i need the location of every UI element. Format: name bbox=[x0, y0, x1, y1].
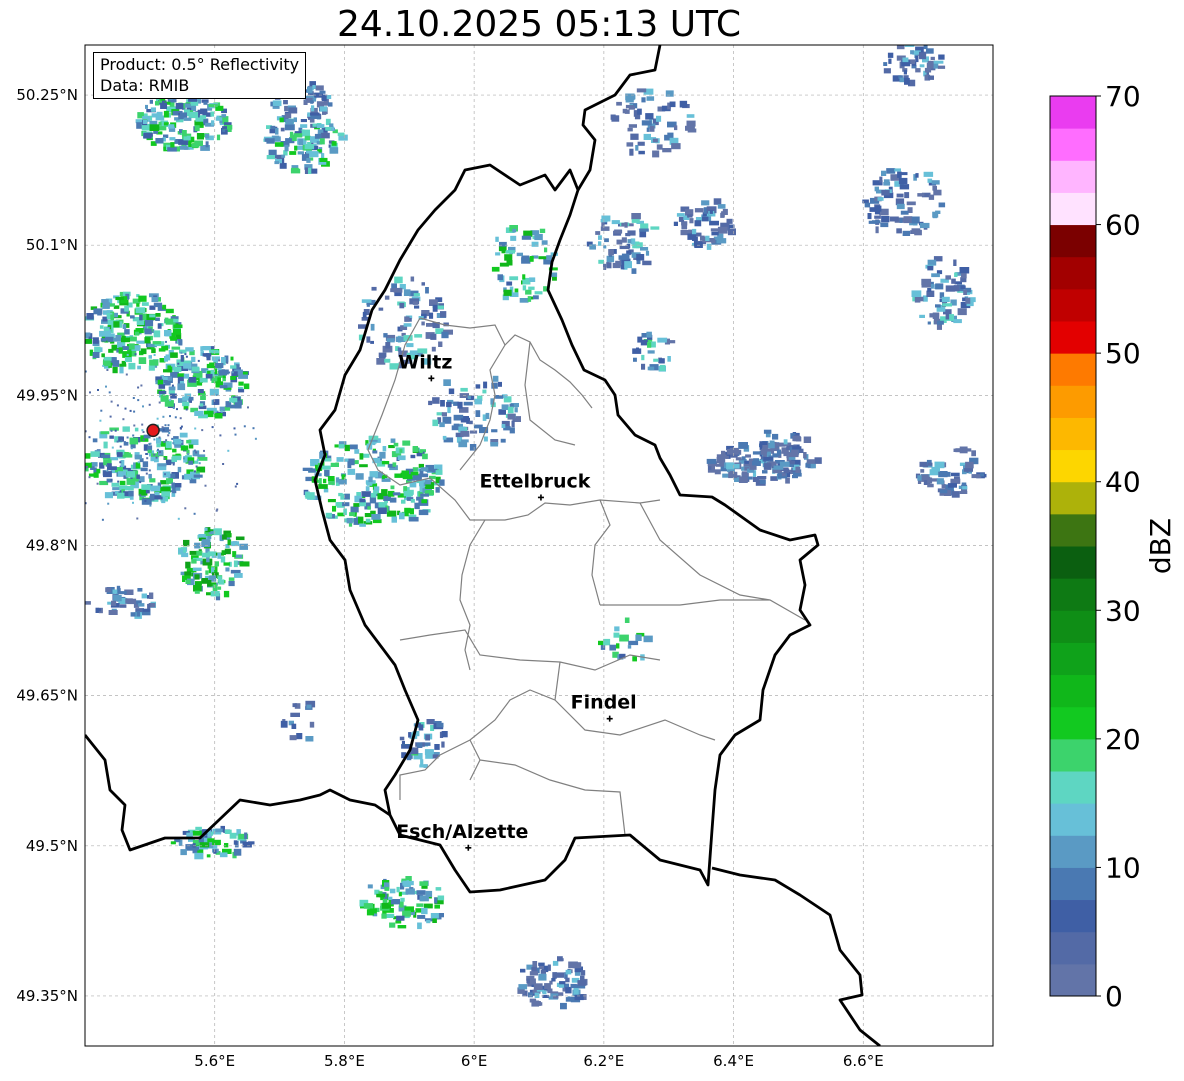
city-label: Wiltz bbox=[398, 351, 452, 373]
colorbar: 0 10 20 30 40 50 60 70 dBZ bbox=[1049, 80, 1177, 1013]
colorbar-segment bbox=[1050, 192, 1096, 226]
radar-site-marker bbox=[146, 423, 160, 438]
colorbar-segment bbox=[1050, 642, 1096, 676]
product-label: Product: 0.5° Reflectivity bbox=[100, 55, 300, 74]
city-label: Ettelbruck bbox=[479, 470, 590, 492]
city-marker bbox=[606, 715, 613, 722]
lat-tick-label: 50.25°N bbox=[16, 86, 78, 104]
colorbar-segment bbox=[1050, 256, 1096, 290]
colorbar-segment bbox=[1050, 513, 1096, 547]
colorbar-segment bbox=[1050, 803, 1096, 836]
lon-tick-label: 5.6°E bbox=[194, 1052, 235, 1070]
colorbar-segment bbox=[1050, 674, 1096, 708]
colorbar-tick-label: 20 bbox=[1105, 723, 1141, 756]
colorbar-label: dBZ bbox=[1144, 518, 1177, 574]
colorbar-segment bbox=[1050, 899, 1096, 933]
lon-tick-label: 6.4°E bbox=[713, 1052, 754, 1070]
colorbar-segment bbox=[1050, 96, 1096, 129]
colorbar-segment bbox=[1050, 771, 1096, 804]
colorbar-tick-label: 70 bbox=[1105, 80, 1141, 113]
lon-tick-label: 6.2°E bbox=[583, 1052, 624, 1070]
colorbar-segment bbox=[1050, 610, 1096, 643]
city-marker bbox=[537, 494, 544, 501]
radar-map-canvas: WiltzEttelbruckFindelEsch/Alzette 5.6°E 5… bbox=[16, 44, 1177, 1070]
graticule bbox=[85, 45, 993, 1046]
colorbar-segment bbox=[1050, 578, 1096, 611]
colorbar-segment bbox=[1050, 835, 1096, 868]
lat-tick-label: 49.35°N bbox=[16, 987, 78, 1005]
lat-tick-label: 49.95°N bbox=[16, 386, 78, 404]
colorbar-segment bbox=[1050, 546, 1096, 579]
colorbar-segment bbox=[1050, 931, 1096, 965]
colorbar-segment bbox=[1050, 738, 1096, 772]
colorbar-segment bbox=[1050, 224, 1096, 258]
colorbar-segment bbox=[1050, 160, 1096, 193]
lat-tick-label: 49.8°N bbox=[26, 537, 78, 555]
colorbar-segment bbox=[1050, 128, 1096, 161]
lon-tick-label: 6.6°E bbox=[843, 1052, 884, 1070]
colorbar-segment bbox=[1050, 481, 1096, 515]
colorbar-tick-label: 50 bbox=[1105, 337, 1141, 370]
axes: 5.6°E 5.8°E 6°E 6.2°E 6.4°E 6.6°E 49.35°N 49.5°… bbox=[16, 86, 883, 1070]
colorbar-segment bbox=[1050, 353, 1096, 386]
data-source-label: Data: RMIB bbox=[100, 76, 190, 95]
colorbar-segment bbox=[1050, 288, 1096, 322]
colorbar-tick-label: 30 bbox=[1105, 594, 1141, 627]
lat-tick-label: 49.65°N bbox=[16, 687, 78, 705]
lat-tick-label: 50.1°N bbox=[26, 236, 78, 254]
luxembourg-border bbox=[313, 163, 820, 894]
colorbar-tick-label: 60 bbox=[1105, 209, 1141, 242]
city-marker bbox=[428, 375, 435, 382]
colorbar-segment bbox=[1050, 385, 1096, 418]
colorbar-tick-label: 10 bbox=[1105, 851, 1141, 884]
lon-tick-label: 5.8°E bbox=[324, 1052, 365, 1070]
lat-tick-label: 49.5°N bbox=[26, 837, 78, 855]
colorbar-segment bbox=[1050, 321, 1096, 354]
lon-tick-label: 6°E bbox=[461, 1052, 488, 1070]
cities: Wiltz Ettelbruck Findel Esch/Alzette bbox=[396, 351, 637, 851]
product-info-box: Product: 0.5° Reflectivity Data: RMIB bbox=[93, 52, 307, 99]
map-frame bbox=[84, 44, 994, 1047]
colorbar-segment bbox=[1050, 449, 1096, 483]
city-label: Esch/Alzette bbox=[396, 821, 528, 843]
radar-site bbox=[146, 423, 160, 438]
colorbar-tick-label: 40 bbox=[1105, 466, 1141, 499]
colorbar-segment bbox=[1050, 963, 1096, 997]
colorbar-tick-label: 0 bbox=[1105, 980, 1123, 1013]
colorbar-segment bbox=[1050, 867, 1096, 901]
colorbar-segment bbox=[1050, 706, 1096, 740]
colorbar-segment bbox=[1050, 417, 1096, 451]
city-label: Findel bbox=[571, 692, 637, 714]
